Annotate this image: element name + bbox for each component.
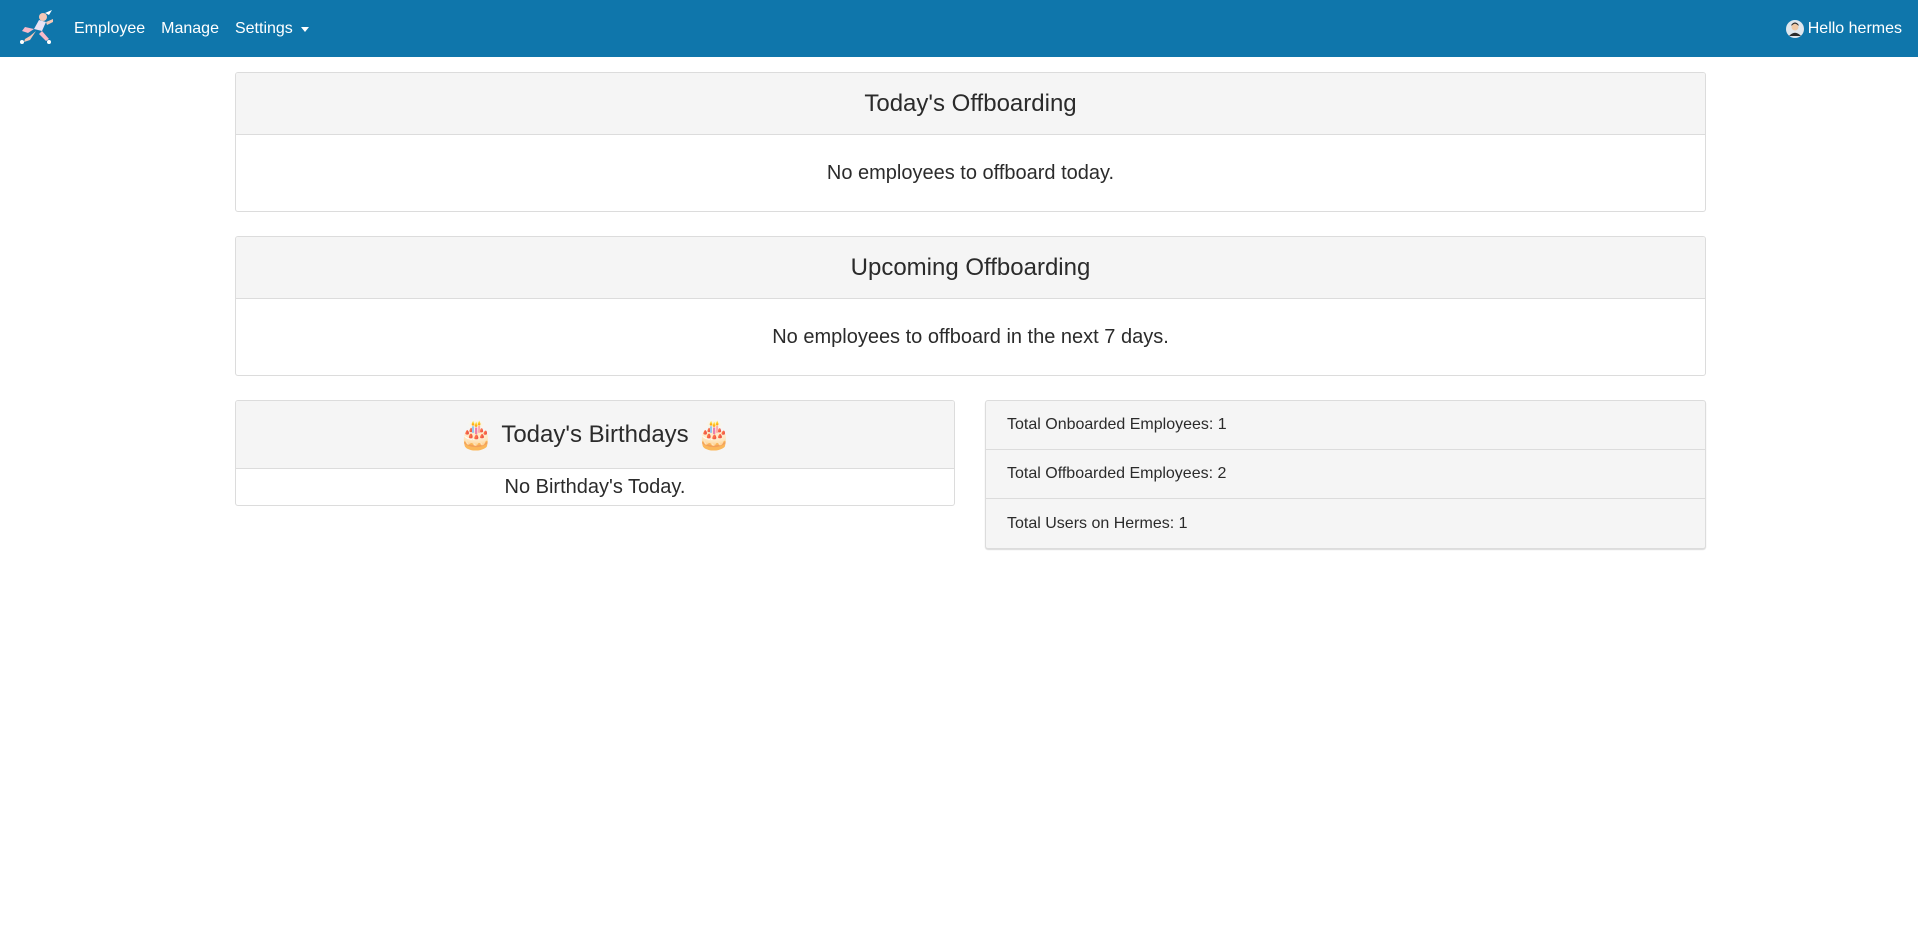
card-title: Today's Birthdays [501, 420, 689, 448]
card-title: Upcoming Offboarding [236, 237, 1705, 299]
card-message: No Birthday's Today. [504, 475, 686, 498]
card-title: Today's Offboarding [236, 73, 1705, 135]
nav-settings-label: Settings [234, 19, 293, 37]
user-greeting: Hello hermes [1807, 19, 1902, 37]
todays-birthdays-card: 🎂 Today's Birthdays 🎂 No Birthday's Toda… [235, 400, 955, 506]
cake-icon: 🎂 [458, 419, 494, 450]
nav-employee[interactable]: Employee [74, 20, 145, 38]
stat-onboarded: Total Onboarded Employees: 1 [986, 401, 1705, 450]
card-message: No employees to offboard today. [826, 161, 1115, 184]
stat-users: Total Users on Hermes: 1 [1007, 514, 1188, 532]
card-message: No employees to offboard in the next 7 d… [772, 325, 1169, 348]
caret-down-icon [300, 27, 309, 32]
user-avatar-icon [1785, 19, 1804, 38]
top-navbar: Employee Manage Settings Hello hermes [0, 0, 1918, 57]
cake-icon: 🎂 [696, 419, 732, 450]
nav-settings-dropdown[interactable]: Settings [235, 20, 309, 38]
stat-offboarded: Total Offboarded Employees: 2 [986, 450, 1705, 499]
todays-offboarding-card: Today's Offboarding No employees to offb… [235, 72, 1706, 212]
birthday-header: 🎂 Today's Birthdays 🎂 [236, 401, 954, 469]
upcoming-offboarding-card: Upcoming Offboarding No employees to off… [235, 236, 1706, 376]
user-menu[interactable]: Hello hermes [1785, 19, 1902, 38]
stats-list: Total Onboarded Employees: 1 Total Offbo… [985, 400, 1706, 549]
hermes-logo-icon[interactable] [16, 9, 56, 49]
nav-manage[interactable]: Manage [161, 20, 219, 38]
